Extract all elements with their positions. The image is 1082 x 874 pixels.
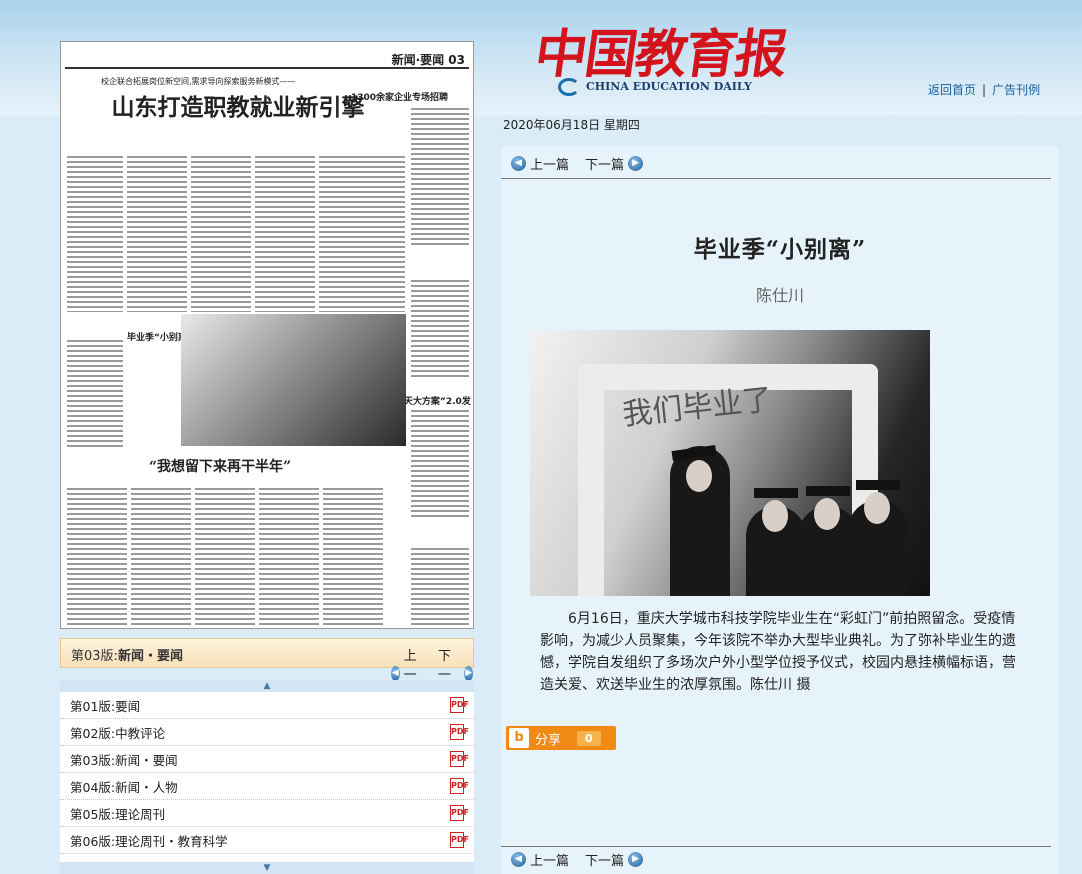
edition-item[interactable]: 第01版:要闻 PDF [60,692,474,719]
graduate-face [864,492,890,524]
edition-list: ▲ 第01版:要闻 PDF 第02版:中教评论 PDF 第03版:新闻・要闻 PDF … [60,680,474,874]
share-button[interactable]: b 分享 0 [506,726,616,750]
article-panel: ◀ 上一篇 下一篇 ▶ 毕业季“小别离” 陈仕川 我们毕业了 6月16日，重庆大学城… [501,146,1059,874]
pdf-icon[interactable]: PDF [450,751,469,767]
graduate-face [814,498,840,530]
edition-item[interactable]: 第02版:中教评论 PDF [60,719,474,746]
article-nav-top: ◀ 上一篇 下一篇 ▶ [511,154,644,173]
text-column [255,154,315,312]
sub-headline[interactable]: “我想留下来再干半年” [149,456,291,476]
pdf-icon[interactable]: PDF [450,697,469,713]
edition-item[interactable]: 第04版:新闻・人物 PDF [60,773,474,800]
text-column [259,486,319,626]
text-column [195,486,255,626]
arrow-left-icon: ◀ [391,666,400,681]
next-article-button[interactable]: 下一篇 ▶ [585,850,644,869]
graduation-cap [806,486,850,496]
pdf-icon[interactable]: PDF [450,778,469,794]
prev-article-button[interactable]: ◀ 上一篇 [511,154,569,173]
pdf-icon[interactable]: PDF [450,805,469,821]
text-column [411,408,469,518]
article-title: 毕业季“小别离” [693,236,867,263]
pdf-icon[interactable]: PDF [450,724,469,740]
text-column [319,154,405,312]
arrow-right-icon: ▶ [464,666,473,681]
divider [501,178,1051,179]
text-column [67,338,123,448]
graduation-cap [856,480,900,490]
graduation-cap [754,488,798,498]
edition-item[interactable]: 第03版:新闻・要闻 PDF [60,746,474,773]
newspaper-page-thumbnail[interactable]: 新闻·要闻 03 校企联合拓展岗位新空间,需求导向探索服务新模式—— 山东打造职… [60,41,474,629]
text-column [411,106,469,246]
article-nav-bottom: ◀ 上一篇 下一篇 ▶ [511,850,644,869]
text-column [411,546,469,626]
issue-date: 2020年06月18日 星期四 [503,118,640,132]
edition-bar: 第03版:新闻・要闻 ◀上一版 下一版▶ [60,638,474,702]
pdf-icon[interactable]: PDF [450,832,469,848]
text-column [67,154,123,312]
divider [501,846,1051,847]
arrow-right-icon: ▶ [628,156,644,171]
text-column [411,278,469,378]
prev-article-button[interactable]: ◀ 上一篇 [511,850,569,869]
text-column [127,154,187,312]
article-body: 6月16日，重庆大学城市科技学院毕业生在“彩虹门”前拍照留念。受疫情影响，为减少… [540,611,1016,693]
edition-item[interactable]: 第05版:理论周刊 PDF [60,800,474,827]
news-photo[interactable] [181,314,406,446]
next-article-button[interactable]: 下一篇 ▶ [585,154,644,173]
graduate-face [762,500,788,532]
page-header: 新闻·要闻 03 [65,47,469,69]
top-links: 返回首页 | 广告刊例 [928,81,1040,98]
text-column [191,154,251,312]
link-separator: | [982,83,987,97]
home-link[interactable]: 返回首页 [928,83,976,97]
page-kicker: 校企联合拓展岗位新空间,需求导向探索服务新模式—— [101,77,296,86]
text-column [131,486,191,626]
side-headline[interactable]: 1300余家企业专场招聘 [351,90,448,103]
brand-english-name: CHINA EDUCATION DAILY [586,80,752,93]
arrow-left-icon: ◀ [511,852,526,867]
text-column [323,486,383,626]
text-column [67,486,127,626]
scroll-down-icon[interactable]: ▼ [60,862,474,874]
edition-item[interactable]: 第06版:理论周刊・教育科学 PDF [60,827,474,854]
current-edition: 第03版:新闻・要闻 [71,649,183,664]
brand-logo[interactable]: 中国教育报 [531,12,792,87]
share-count: 0 [577,730,601,746]
arrow-left-icon: ◀ [511,156,526,171]
article-photo[interactable]: 我们毕业了 [530,330,930,596]
ad-rates-link[interactable]: 广告刊例 [992,83,1040,97]
page-section-label: 新闻·要闻 03 [391,53,465,67]
arrow-right-icon: ▶ [628,852,644,867]
article-author: 陈仕川 [755,286,804,305]
share-icon: b [509,728,529,748]
scroll-up-icon[interactable]: ▲ [60,680,474,692]
graduate-face [686,460,712,492]
